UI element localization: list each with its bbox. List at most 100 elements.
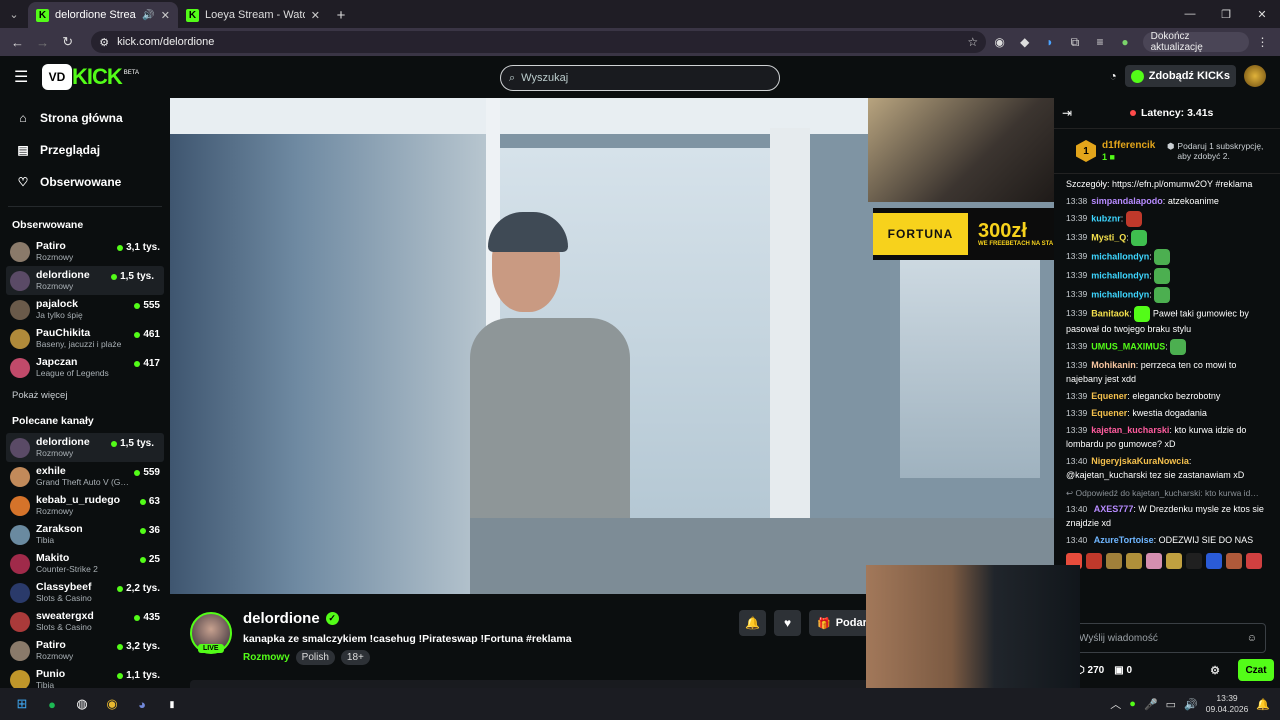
message-username[interactable]: AzureTortoise xyxy=(1094,535,1154,545)
close-tab-icon[interactable]: ✕ xyxy=(161,9,170,22)
message-username[interactable]: michallondyn xyxy=(1091,251,1149,261)
sidebar-channel[interactable]: Zarakson Tibia 36 xyxy=(0,520,170,549)
message-username[interactable]: michallondyn xyxy=(1091,270,1149,280)
chat-message-input[interactable]: Wyślij wiadomość ☺ xyxy=(1070,623,1266,653)
emote-icon[interactable] xyxy=(1126,553,1142,569)
chat-message[interactable]: 13:39 Mohikanin: perrzeca ten co mowi to … xyxy=(1066,358,1274,386)
chat-message[interactable]: 13:39 UMUS_MAXIMUS: xyxy=(1066,339,1274,355)
sidebar-channel[interactable]: exhile Grand Theft Auto V (G… 559 xyxy=(0,462,170,491)
volume-icon[interactable]: 🔊 xyxy=(1184,698,1198,711)
chat-message[interactable]: 13:40 NigeryjskaKuraNowcia: @kajetan_kuch… xyxy=(1066,454,1274,482)
sidebar-channel[interactable]: delordione Rozmowy 1,5 tys. xyxy=(6,266,164,295)
windows-start-icon[interactable]: ⊞ xyxy=(8,690,36,718)
sidebar-channel[interactable]: kebab_u_rudego Rozmowy 63 xyxy=(0,491,170,520)
message-username[interactable]: AXES777 xyxy=(1094,504,1134,514)
browser-tab-active[interactable]: K delordione Stream - Watch 🔊 ✕ xyxy=(28,2,178,28)
reload-icon[interactable]: ↻ xyxy=(56,31,79,53)
message-username[interactable]: UMUS_MAXIMUS xyxy=(1091,341,1165,351)
channel-points[interactable]: ⬡ 270 xyxy=(1076,665,1104,676)
stream-category[interactable]: Rozmowy xyxy=(243,652,290,663)
emote-icon[interactable] xyxy=(1146,553,1162,569)
emote-icon[interactable] xyxy=(1186,553,1202,569)
microphone-icon[interactable]: 🎤 xyxy=(1144,698,1158,711)
emote-icon[interactable] xyxy=(1206,553,1222,569)
speaker-icon[interactable]: 🔊 xyxy=(142,10,154,21)
sidebar-channel[interactable]: Punio Tibia 1,1 tys. xyxy=(0,665,170,688)
browser-menu-icon[interactable]: ⋮ xyxy=(1251,31,1274,53)
kick-logo[interactable]: VD KICK BETA xyxy=(42,64,139,90)
emote-icon[interactable] xyxy=(1246,553,1262,569)
chat-message[interactable]: 13:40 AXES777: W Drezdenku mysle ze ktos… xyxy=(1066,502,1274,530)
notification-bell-button[interactable]: 🔔 xyxy=(739,610,766,636)
chat-message[interactable]: 13:39 Equener: elegancko bezrobotny xyxy=(1066,389,1274,403)
epic-games-icon[interactable]: ▮ xyxy=(158,690,186,718)
sidebar-channel[interactable]: PauChikita Baseny, jacuzzi i plaże 461 xyxy=(0,324,170,353)
new-tab-button[interactable]: + xyxy=(328,2,354,28)
get-kicks-button[interactable]: Zdobądź KICKs xyxy=(1124,65,1236,87)
emote-icon[interactable] xyxy=(1166,553,1182,569)
stream-tag[interactable]: Polish xyxy=(295,650,335,665)
close-tab-icon[interactable]: ✕ xyxy=(311,9,320,22)
back-icon[interactable]: ← xyxy=(6,31,29,53)
forward-icon[interactable]: → xyxy=(31,31,54,53)
nav-browse[interactable]: ▤ Przeglądaj xyxy=(0,134,170,166)
chat-message[interactable]: 13:39 Banitaok: Paweł taki gumowiec by pa… xyxy=(1066,306,1274,336)
nav-home[interactable]: ⌂ Strona główna xyxy=(0,102,170,134)
nav-following[interactable]: ♡ Obserwowane xyxy=(0,166,170,198)
message-username[interactable]: kajetan_kucharski xyxy=(1091,425,1169,435)
network-icon[interactable]: ▭ xyxy=(1166,698,1176,711)
chat-message[interactable]: 13:39 michallondyn: xyxy=(1066,268,1274,284)
tab-search-icon[interactable]: ⌄ xyxy=(0,0,28,28)
extension-icon[interactable]: ◉ xyxy=(988,31,1011,53)
bookmark-star-icon[interactable]: ☆ xyxy=(967,35,978,49)
update-button[interactable]: Dokończ aktualizację xyxy=(1142,31,1249,53)
close-window-icon[interactable]: ✕ xyxy=(1244,0,1280,28)
sidebar-channel[interactable]: Patiro Rozmowy 3,1 tys. xyxy=(0,237,170,266)
streamer-name[interactable]: delordione xyxy=(243,610,320,627)
message-username[interactable]: Mysti_Q xyxy=(1091,232,1126,242)
chat-message[interactable]: 13:39 Mysti_Q: xyxy=(1066,230,1274,246)
extension-icon[interactable]: ◗ xyxy=(1038,31,1061,53)
site-info-icon[interactable]: ⚙ xyxy=(99,36,109,49)
sidebar-channel[interactable]: Makito Counter-Strike 2 25 xyxy=(0,549,170,578)
message-username[interactable]: simpandalapodo xyxy=(1091,196,1163,206)
tray-expand-icon[interactable]: ︿ xyxy=(1110,696,1121,712)
chat-message[interactable]: 13:38 simpandalapodo: atzekoanime xyxy=(1066,194,1274,208)
emoji-picker-icon[interactable]: ☺ xyxy=(1247,633,1257,644)
notifications-bell-icon[interactable]: 🔔 xyxy=(1256,698,1270,711)
minimize-icon[interactable]: — xyxy=(1172,0,1208,28)
chat-message[interactable]: 13:39 kubznr: xyxy=(1066,211,1274,227)
chat-message[interactable]: 13:39 michallondyn: xyxy=(1066,249,1274,265)
maximize-icon[interactable]: ❐ xyxy=(1208,0,1244,28)
chat-message[interactable]: 13:40 AzureTortoise: ODEZWIJ SIE DO NAS xyxy=(1066,533,1274,547)
user-avatar[interactable] xyxy=(1244,65,1266,87)
chat-message[interactable]: 13:39 michallondyn: xyxy=(1066,287,1274,303)
profile-icon[interactable]: ● xyxy=(1114,31,1137,53)
extensions-puzzle-icon[interactable]: ⧉ xyxy=(1063,31,1086,53)
chat-message[interactable]: 13:39 Equener: kwestia dogadania xyxy=(1066,406,1274,420)
chrome-icon[interactable]: ◉ xyxy=(98,690,126,718)
search-input[interactable]: ⌕ Wyszukaj xyxy=(500,65,780,91)
extension-icon[interactable]: ◆ xyxy=(1013,31,1036,53)
menu-hamburger-icon[interactable]: ☰ xyxy=(14,67,30,87)
follow-button[interactable]: ♥ xyxy=(774,610,801,636)
message-username[interactable]: Equener xyxy=(1091,391,1127,401)
discord-icon[interactable]: ◕ xyxy=(128,690,156,718)
chat-messages[interactable]: Szczegóły: https://efn.pl/omumw2OY #rekl… xyxy=(1054,174,1280,604)
pinned-user[interactable]: d1fferencik 1 ■ xyxy=(1102,140,1155,163)
clock[interactable]: 13:39 09.04.2026 xyxy=(1206,693,1249,715)
chat-message[interactable]: Szczegóły: https://efn.pl/omumw2OY #rekl… xyxy=(1066,177,1274,191)
show-more-link[interactable]: Pokaż więcej xyxy=(0,382,170,405)
chat-settings-icon[interactable]: ⚙ xyxy=(1210,664,1220,677)
sidebar-channel[interactable]: Patiro Rozmowy 3,2 tys. xyxy=(0,636,170,665)
sidebar-channel[interactable]: Japczan League of Legends 417 xyxy=(0,353,170,382)
media-control-icon[interactable]: ≡ xyxy=(1088,31,1111,53)
app-icon[interactable]: ◍ xyxy=(68,690,96,718)
sidebar-channel[interactable]: delordione Rozmowy 1,5 tys. xyxy=(6,433,164,462)
sidebar-channel[interactable]: pajalock Ja tylko śpię 555 xyxy=(0,295,170,324)
bag-counter[interactable]: ▣ 0 xyxy=(1114,665,1132,676)
sidebar-channel[interactable]: Classybeef Slots & Casino 2,2 tys. xyxy=(0,578,170,607)
emote-icon[interactable] xyxy=(1086,553,1102,569)
chat-send-button[interactable]: Czat xyxy=(1238,659,1274,681)
emote-icon[interactable] xyxy=(1226,553,1242,569)
